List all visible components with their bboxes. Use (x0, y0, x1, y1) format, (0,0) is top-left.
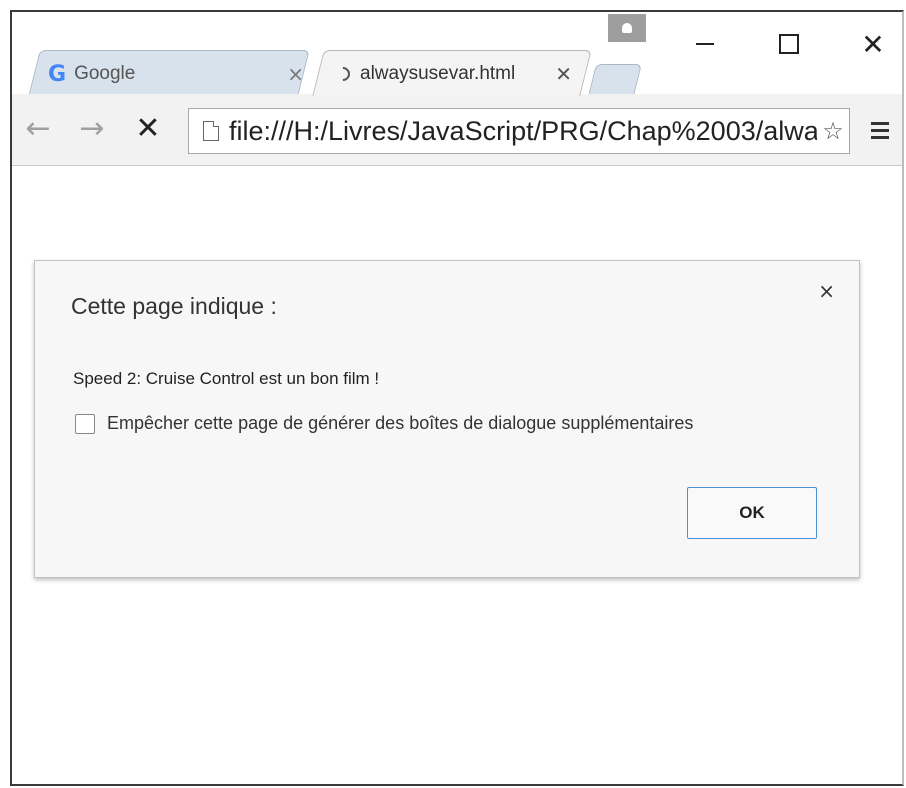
stop-loading-button[interactable]: ✕ (130, 108, 166, 148)
menu-bar-1 (871, 121, 889, 125)
ok-button[interactable]: OK (687, 487, 817, 539)
suppress-dialogs-checkbox[interactable] (75, 413, 95, 434)
maximize-button[interactable] (764, 24, 814, 64)
close-icon[interactable]: ✕ (555, 62, 572, 86)
profile-button[interactable] (608, 14, 646, 42)
tab-alwaysusevar[interactable]: alwaysusevar.html ✕ (330, 56, 586, 92)
alert-dialog: Cette page indique : × Speed 2: Cruise C… (34, 260, 860, 578)
bookmark-star-icon[interactable]: ☆ (817, 109, 849, 153)
url-text[interactable]: file:///H:/Livres/JavaScript/PRG/Chap%20… (229, 116, 849, 147)
forward-button[interactable]: → (74, 108, 110, 148)
dialog-message: Speed 2: Cruise Control est un bon film … (73, 369, 380, 388)
google-g-icon: G (48, 61, 67, 87)
tab-strip: G Google × alwaysusevar.html ✕ ✕ (12, 12, 902, 96)
close-icon[interactable]: × (818, 279, 835, 303)
new-tab-button[interactable] (588, 64, 642, 96)
menu-bar-2 (871, 128, 889, 132)
address-bar[interactable]: file:///H:/Livres/JavaScript/PRG/Chap%20… (188, 108, 850, 154)
browser-toolbar: ← → ✕ file:///H:/Livres/JavaScript/PRG/C… (12, 94, 902, 166)
window-close-button[interactable]: ✕ (848, 24, 898, 64)
menu-bar-3 (871, 135, 889, 139)
close-icon[interactable]: × (287, 62, 304, 86)
tab-google[interactable]: G Google × (48, 56, 310, 92)
browser-menu-button[interactable] (864, 108, 896, 152)
user-icon (622, 23, 632, 33)
minimize-button[interactable] (680, 24, 730, 64)
tab-title: Google (74, 63, 136, 84)
tab-title: alwaysusevar.html (360, 63, 516, 84)
browser-window: G Google × alwaysusevar.html ✕ ✕ ← → ✕ f… (10, 10, 904, 786)
minimize-icon (696, 43, 714, 45)
back-button[interactable]: ← (20, 108, 56, 148)
page-icon (203, 121, 219, 141)
loading-spinner-icon (333, 64, 353, 84)
suppress-dialogs-option[interactable]: Empêcher cette page de générer des boîte… (75, 413, 693, 434)
maximize-icon (779, 34, 799, 54)
dialog-title: Cette page indique : (71, 293, 277, 319)
checkbox-label[interactable]: Empêcher cette page de générer des boîte… (107, 413, 693, 434)
